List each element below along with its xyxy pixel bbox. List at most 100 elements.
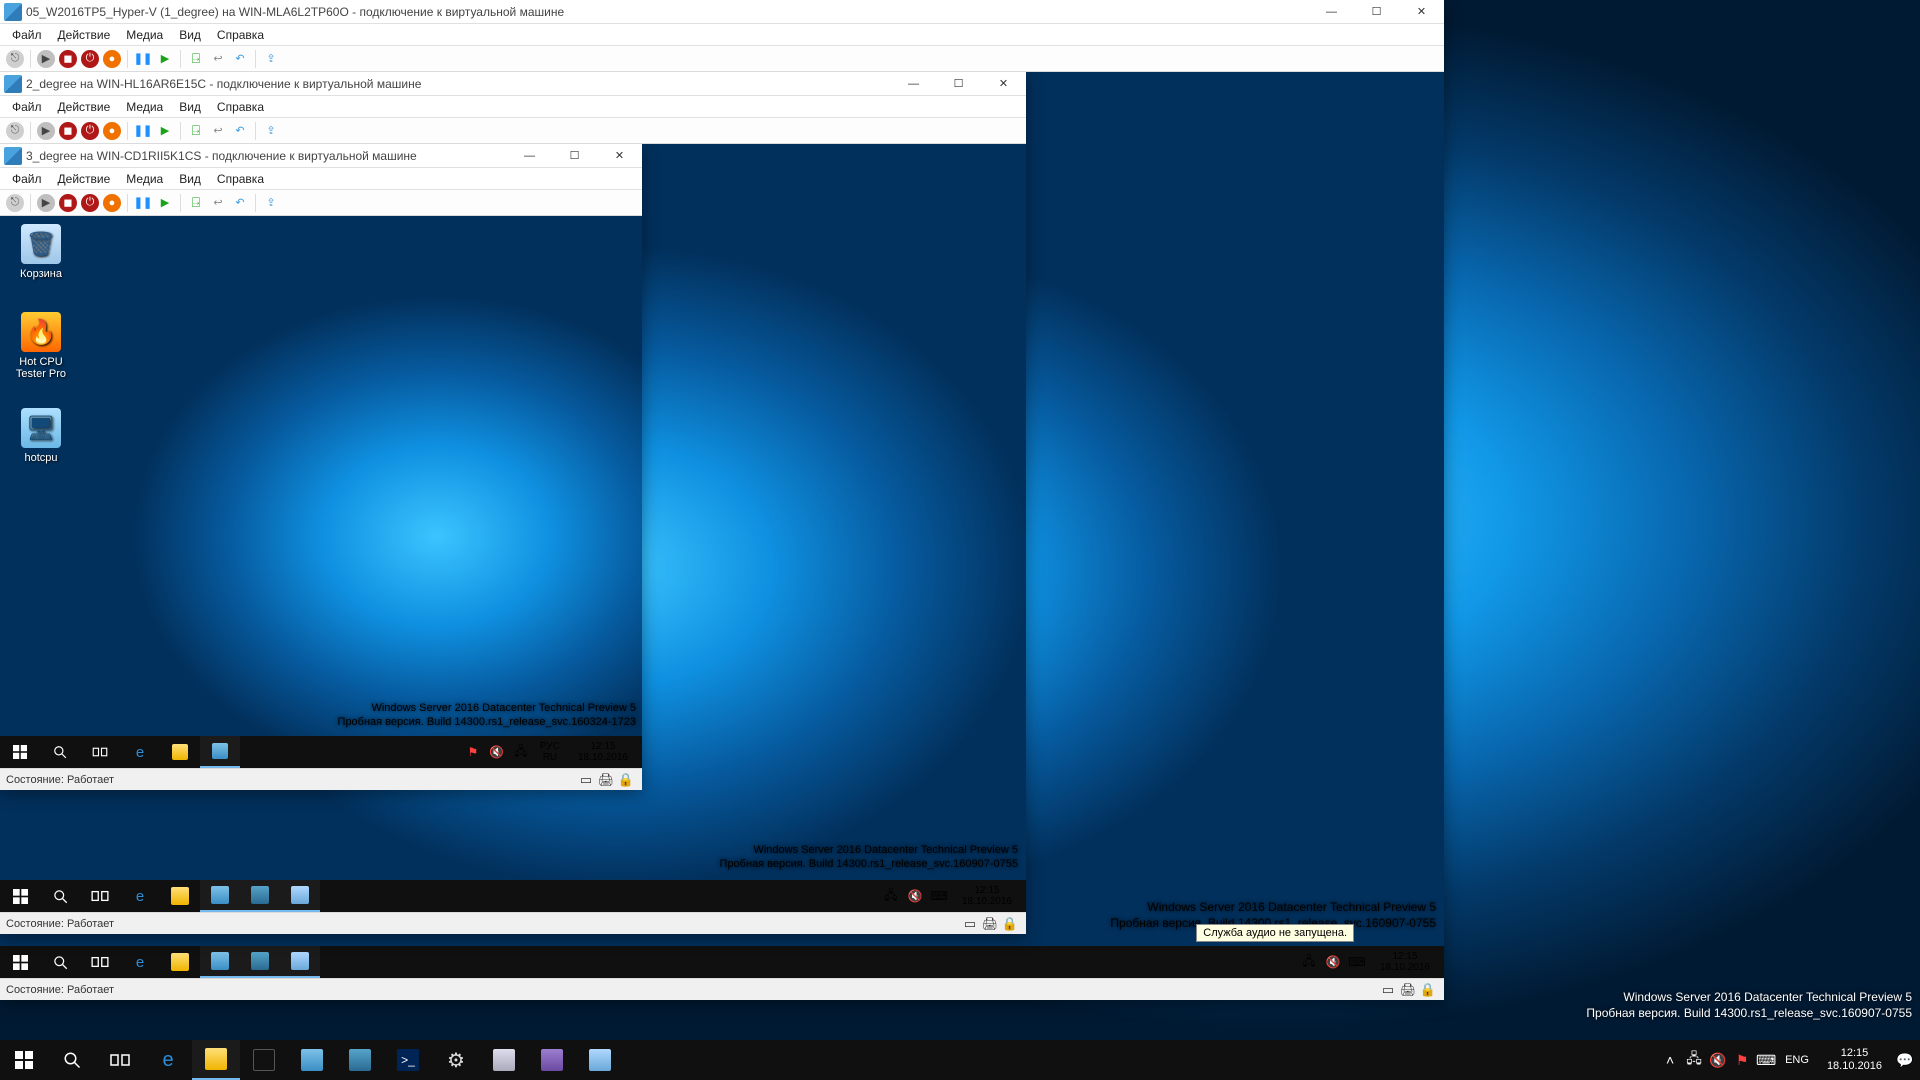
search-button[interactable] — [40, 880, 80, 912]
taskbar-vmconnect[interactable] — [280, 880, 320, 912]
vm3-guest-desktop[interactable]: 🗑 Корзина 🔥 Hot CPU Tester Pro 🖥 hotcpu — [0, 216, 642, 768]
tray-audio-muted-icon[interactable]: 🔇 — [906, 887, 924, 905]
menu-view[interactable]: Вид — [171, 170, 209, 188]
menu-file[interactable]: Файл — [4, 98, 50, 116]
taskbar-settings[interactable]: ⚙ — [432, 1040, 480, 1080]
taskbar-explorer[interactable] — [192, 1040, 240, 1080]
start-vm-button[interactable]: ▶ — [37, 194, 55, 212]
tray-clock[interactable]: 12:15 18.10.2016 — [1819, 1047, 1890, 1073]
search-button[interactable] — [40, 946, 80, 978]
menu-media[interactable]: Медиа — [118, 26, 171, 44]
display-config-icon[interactable]: ▭ — [1380, 982, 1396, 998]
share-button[interactable]: ⇪ — [262, 122, 280, 140]
tray-keyboard-icon[interactable]: ⌨ — [930, 887, 948, 905]
taskbar-explorer[interactable] — [160, 946, 200, 978]
tray-audio-muted-icon[interactable]: 🔇 — [1709, 1051, 1727, 1069]
taskbar-hyperv-mgr[interactable] — [336, 1040, 384, 1080]
start-button[interactable] — [0, 736, 40, 768]
tray-chevron-icon[interactable]: ˄ — [1661, 1051, 1679, 1069]
start-button[interactable] — [0, 946, 40, 978]
enhanced-session-button[interactable]: ↶ — [231, 122, 249, 140]
search-button[interactable] — [40, 736, 80, 768]
tray-keyboard-icon[interactable]: ⌨ — [1757, 1051, 1775, 1069]
shutdown-vm-button[interactable]: ⏻ — [81, 194, 99, 212]
menu-file[interactable]: Файл — [4, 26, 50, 44]
taskview-button[interactable] — [80, 946, 120, 978]
menu-file[interactable]: Файл — [4, 170, 50, 188]
taskbar-edge[interactable]: e — [120, 736, 160, 768]
tray-network-icon[interactable]: 🖧 — [1685, 1051, 1703, 1069]
turnoff-vm-button[interactable]: ◼ — [59, 122, 77, 140]
share-button[interactable]: ⇪ — [262, 50, 280, 68]
taskbar-app-1[interactable] — [480, 1040, 528, 1080]
minimize-button[interactable]: — — [507, 144, 552, 168]
checkpoint-button[interactable]: ⍈ — [187, 122, 205, 140]
save-vm-button[interactable]: ● — [103, 194, 121, 212]
menu-view[interactable]: Вид — [171, 98, 209, 116]
taskbar-explorer[interactable] — [160, 880, 200, 912]
tray-notifications-icon[interactable]: 💬 — [1896, 1051, 1914, 1069]
ctrl-alt-del-button[interactable]: ⎋ — [6, 122, 24, 140]
enhanced-session-button[interactable]: ↶ — [231, 194, 249, 212]
tray-flag-icon[interactable]: ⚑ — [1733, 1051, 1751, 1069]
shutdown-vm-button[interactable]: ⏻ — [81, 50, 99, 68]
reset-vm-button[interactable]: ▶ — [156, 122, 174, 140]
shutdown-vm-button[interactable]: ⏻ — [81, 122, 99, 140]
taskbar-cmd[interactable] — [240, 1040, 288, 1080]
menu-action[interactable]: Действие — [50, 26, 119, 44]
revert-button[interactable]: ↩ — [209, 50, 227, 68]
start-button[interactable] — [0, 1040, 48, 1080]
search-button[interactable] — [48, 1040, 96, 1080]
vm3-titlebar[interactable]: 3_degree на WIN-CD1RII5K1CS - подключени… — [0, 144, 642, 168]
minimize-button[interactable]: — — [891, 72, 936, 96]
menu-action[interactable]: Действие — [50, 170, 119, 188]
vm2-guest-desktop[interactable]: Windows Server 2016 Datacenter Technical… — [0, 144, 1026, 912]
turnoff-vm-button[interactable]: ◼ — [59, 50, 77, 68]
vm1-guest-desktop[interactable]: Windows Server 2016 Datacenter Technical… — [0, 72, 1444, 978]
share-button[interactable]: ⇪ — [262, 194, 280, 212]
speaker-icon[interactable]: 🖨 — [598, 772, 614, 788]
menu-help[interactable]: Справка — [209, 98, 272, 116]
taskbar-server-mgr[interactable] — [200, 946, 240, 978]
revert-button[interactable]: ↩ — [209, 194, 227, 212]
desktop-icon-recycle-bin[interactable]: 🗑 Корзина — [6, 224, 76, 280]
taskview-button[interactable] — [96, 1040, 144, 1080]
menu-help[interactable]: Справка — [209, 170, 272, 188]
checkpoint-button[interactable]: ⍈ — [187, 194, 205, 212]
menu-view[interactable]: Вид — [171, 26, 209, 44]
lock-icon[interactable]: 🔒 — [1002, 916, 1018, 932]
taskbar-vmconnect[interactable] — [280, 946, 320, 978]
checkpoint-button[interactable]: ⍈ — [187, 50, 205, 68]
maximize-button[interactable]: ☐ — [1354, 0, 1399, 24]
start-vm-button[interactable]: ▶ — [37, 50, 55, 68]
display-config-icon[interactable]: ▭ — [578, 772, 594, 788]
tray-network-icon[interactable]: 🖧 — [1300, 953, 1318, 971]
close-button[interactable]: ✕ — [597, 144, 642, 168]
taskbar-server-mgr[interactable] — [200, 880, 240, 912]
start-button[interactable] — [0, 880, 40, 912]
tray-audio-muted-icon[interactable]: 🔇 — [1324, 953, 1342, 971]
menu-help[interactable]: Справка — [209, 26, 272, 44]
vm2-titlebar[interactable]: 2_degree на WIN-HL16AR6E15C - подключени… — [0, 72, 1026, 96]
revert-button[interactable]: ↩ — [209, 122, 227, 140]
taskbar-edge[interactable]: e — [120, 880, 160, 912]
vm1-titlebar[interactable]: 05_W2016TP5_Hyper-V (1_degree) на WIN-ML… — [0, 0, 1444, 24]
reset-vm-button[interactable]: ▶ — [156, 194, 174, 212]
lock-icon[interactable]: 🔒 — [1420, 982, 1436, 998]
pause-vm-button[interactable]: ❚❚ — [134, 194, 152, 212]
close-button[interactable]: ✕ — [1399, 0, 1444, 24]
tray-network-icon[interactable]: 🖧 — [512, 743, 530, 761]
tray-keyboard-icon[interactable]: ⌨ — [1348, 953, 1366, 971]
taskbar-hyperv-mgr[interactable] — [240, 946, 280, 978]
desktop-icon-hotcpu-tester-pro[interactable]: 🔥 Hot CPU Tester Pro — [6, 312, 76, 380]
speaker-icon[interactable]: 🖨 — [1400, 982, 1416, 998]
taskbar-edge[interactable]: e — [120, 946, 160, 978]
ctrl-alt-del-button[interactable]: ⎋ — [6, 50, 24, 68]
taskbar-edge[interactable]: e — [144, 1040, 192, 1080]
lock-icon[interactable]: 🔒 — [618, 772, 634, 788]
reset-vm-button[interactable]: ▶ — [156, 50, 174, 68]
turnoff-vm-button[interactable]: ◼ — [59, 194, 77, 212]
menu-action[interactable]: Действие — [50, 98, 119, 116]
minimize-button[interactable]: — — [1309, 0, 1354, 24]
maximize-button[interactable]: ☐ — [936, 72, 981, 96]
